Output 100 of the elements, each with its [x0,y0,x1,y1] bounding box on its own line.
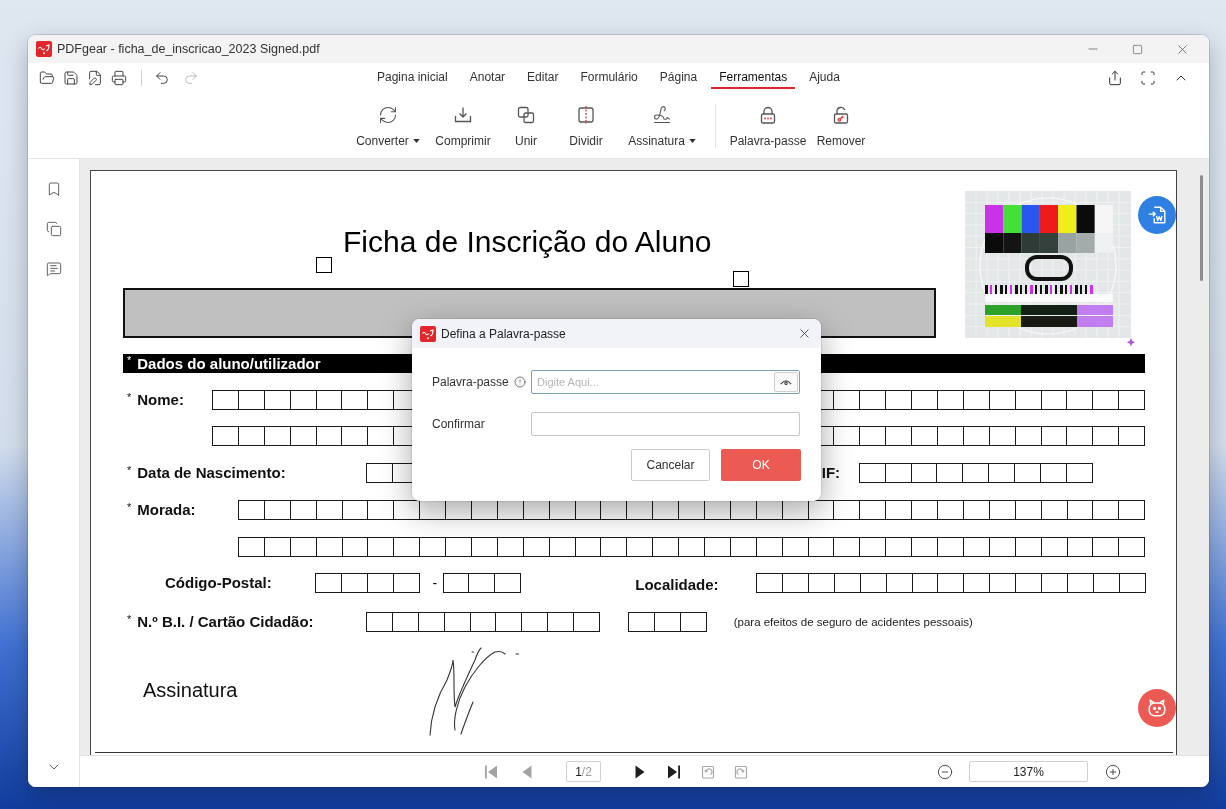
scrollbar-thumb[interactable] [1200,175,1203,281]
document-arrow-icon [1146,204,1168,226]
letter-box [626,537,654,557]
confirm-field[interactable] [531,412,800,436]
letter-box [962,390,990,410]
letter-box [833,573,861,593]
show-password-button[interactable] [774,372,798,392]
letter-box [1040,500,1068,520]
eye-icon [780,378,792,386]
menu-tab[interactable]: Formulário [572,63,646,89]
split-page-icon [576,105,596,125]
printer-icon[interactable] [111,70,127,86]
letter-box [781,537,809,557]
letter-box [289,426,317,446]
compress-button[interactable]: Comprimir [426,96,500,158]
letter-box [833,500,861,520]
save-icon[interactable] [63,70,79,86]
letter-box [859,426,887,446]
field-label: N.º B.I. / Cartão Cidadão: [137,612,314,632]
letter-box [1040,463,1067,483]
cat-face-icon [1146,697,1168,719]
letter-box [442,573,470,593]
share-icon[interactable] [1107,70,1123,86]
menu-tab[interactable]: Ajuda [801,63,848,89]
letter-box [289,500,317,520]
letter-box [858,463,886,483]
dialog-title: Defina a Palavra-passe [441,325,566,343]
menu-tab[interactable]: Ferramentas [711,63,796,89]
field-label: Palavra-passe [432,374,509,391]
lock-icon [758,105,778,125]
field-label: Nome: [137,390,184,410]
letter-box [678,537,706,557]
letter-box [885,500,913,520]
letter-box [212,390,239,410]
letter-box [263,390,291,410]
remove-button[interactable]: Remover [808,96,874,158]
letter-box [910,463,938,483]
letter-box [704,537,731,557]
letter-box [963,573,991,593]
close-icon[interactable] [797,326,812,341]
zoom-in-icon[interactable] [1105,763,1121,780]
letter-box [471,537,498,557]
merge-button[interactable]: Unir [500,96,552,158]
letter-box [988,390,1016,410]
menu-tab[interactable]: Página [651,63,706,89]
menu-tab[interactable]: Anotar [461,63,514,89]
letter-box [289,390,317,410]
letter-box [1092,537,1120,557]
letter-box [962,426,990,446]
unlock-icon [831,105,851,125]
convert-button[interactable]: Converter [350,96,426,158]
comment-icon[interactable] [45,261,62,277]
signature-button[interactable]: Assinatura [620,96,704,158]
letter-box [366,612,393,632]
letter-box [263,500,291,520]
letter-box [679,612,707,632]
letter-box [807,537,835,557]
split-button[interactable]: Dividir [552,96,620,158]
letter-box [833,537,861,557]
letter-box [911,537,939,557]
letter-box [574,537,602,557]
letter-box [341,390,369,410]
letter-box [1014,390,1042,410]
fullscreen-icon[interactable] [1140,70,1156,86]
maximize-icon[interactable] [1132,43,1143,55]
pages-icon[interactable] [45,221,62,237]
menu-tab[interactable]: Pagina inicial [369,63,456,89]
file-pen-icon[interactable] [87,70,103,86]
letter-box [936,426,964,446]
field-label: Confirmar [432,416,485,433]
signature-label: Assinatura [143,677,239,702]
password-field[interactable]: Digite Aqui... [531,370,800,394]
app-logo-icon [420,325,436,342]
letter-box [885,573,913,593]
undo-icon[interactable] [154,70,170,86]
letter-box [1014,500,1042,520]
letter-box [859,537,887,557]
letter-box [989,573,1017,593]
letter-box [1066,537,1094,557]
cancel-button[interactable]: Cancelar [631,449,710,481]
zoom-out-icon[interactable] [937,763,953,780]
letter-box [988,426,1016,446]
letter-box [341,537,369,557]
letter-box [548,537,576,557]
letter-box [1014,463,1041,483]
letter-box [367,500,395,520]
letter-box [628,612,655,632]
zoom-field[interactable]: 137% [969,761,1088,782]
page-number-field[interactable]: 1/2 [566,761,601,782]
open-folder-icon[interactable] [39,70,55,86]
letter-box [366,573,394,593]
letter-box [521,612,549,632]
skip-end-icon[interactable] [666,763,682,780]
letter-box [341,426,369,446]
menu-tab[interactable]: Editar [519,63,567,89]
letter-box [1066,573,1094,593]
password-button[interactable]: Palavra-passe [728,96,808,158]
letter-box [782,573,809,593]
letter-box [1066,426,1094,446]
letter-box [729,537,757,557]
